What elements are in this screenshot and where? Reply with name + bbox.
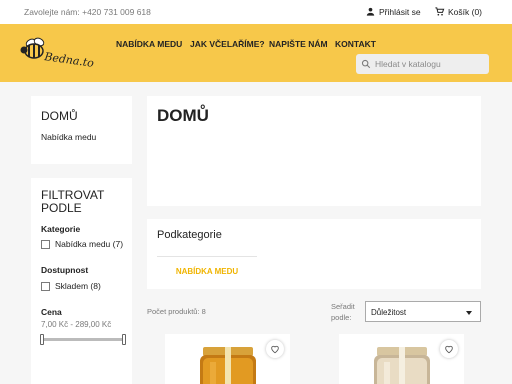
availability-checkbox[interactable] xyxy=(41,281,50,291)
top-bar: Zavolejte nám: +420 731 009 618 Přihlási… xyxy=(0,0,512,24)
filter-category-option[interactable]: Nabídka medu (7) xyxy=(41,239,123,249)
nav-item-kontakt[interactable]: KONTAKT xyxy=(335,39,376,49)
bee-logo-icon: Bedna.to xyxy=(20,37,96,70)
category-tree: DOMŮ Nabídka medu xyxy=(31,96,132,164)
subcategories-title: Podkategorie xyxy=(157,229,222,241)
subcategories-block: Podkategorie NABÍDKA MEDU xyxy=(147,219,481,289)
availability-option-label: Skladem (8) xyxy=(55,281,101,291)
cart-link[interactable]: Košík (0) xyxy=(434,6,482,17)
header: Bedna.to NABÍDKA MEDU JAK VČELAŘÍME? NAP… xyxy=(0,24,512,82)
category-tree-title[interactable]: DOMŮ xyxy=(41,109,78,123)
price-slider-min-handle[interactable] xyxy=(40,334,44,345)
filter-price-label: Cena xyxy=(41,307,62,317)
category-checkbox[interactable] xyxy=(41,239,50,249)
heart-icon xyxy=(271,345,279,354)
svg-text:Bedna.to: Bedna.to xyxy=(43,50,96,70)
subcategory-label[interactable]: NABÍDKA MEDU xyxy=(157,267,257,276)
category-option-label: Nabídka medu (7) xyxy=(55,239,124,249)
chevron-down-icon xyxy=(466,311,472,315)
nav-item-napiste-nam[interactable]: NAPIŠTE NÁM xyxy=(269,39,328,49)
shopping-cart-icon xyxy=(435,7,445,16)
search-input[interactable] xyxy=(375,57,485,71)
heart-icon xyxy=(445,345,453,354)
facet-filters: FILTROVAT PODLE Kategorie Nabídka medu (… xyxy=(31,178,132,384)
filter-availability-label: Dostupnost xyxy=(41,265,89,275)
wishlist-button[interactable] xyxy=(266,340,284,358)
nav-item-jak-vcelarime[interactable]: JAK VČELAŘÍME? xyxy=(190,39,265,49)
filter-title: FILTROVAT PODLE xyxy=(41,188,105,215)
wishlist-button[interactable] xyxy=(440,340,458,358)
subcategory-card[interactable]: NABÍDKA MEDU xyxy=(157,256,257,278)
search-box xyxy=(356,54,489,74)
price-slider-max-handle[interactable] xyxy=(122,334,126,345)
page-title: DOMŮ xyxy=(157,106,209,125)
product-card[interactable] xyxy=(339,334,464,384)
product-card[interactable] xyxy=(165,334,290,384)
price-slider[interactable] xyxy=(40,334,126,345)
category-link-nabidka-medu[interactable]: Nabídka medu xyxy=(41,132,96,142)
category-header: DOMŮ xyxy=(147,96,481,206)
contact-phone: Zavolejte nám: +420 731 009 618 xyxy=(24,7,151,17)
search-icon[interactable] xyxy=(361,59,371,69)
product-count: Počet produktů: 8 xyxy=(147,307,206,316)
sort-label-line1: Seřadit xyxy=(331,302,355,311)
sort-label-line2: podle: xyxy=(331,313,352,322)
price-range-text: 7,00 Kč - 289,00 Kč xyxy=(41,320,112,329)
cart-label: Košík (0) xyxy=(448,6,483,17)
user-icon xyxy=(366,7,375,16)
login-link[interactable]: Přihlásit se xyxy=(365,6,421,17)
login-label: Přihlásit se xyxy=(379,6,421,17)
sort-label: Seřadit podle: xyxy=(331,301,355,323)
filter-availability-option[interactable]: Skladem (8) xyxy=(41,281,101,291)
sort-value: Důležitost xyxy=(371,308,407,317)
site-logo[interactable]: Bedna.to xyxy=(20,33,120,73)
sort-select[interactable]: Důležitost xyxy=(365,301,481,322)
filter-category-label: Kategorie xyxy=(41,224,81,234)
nav-item-nabidka-medu[interactable]: NABÍDKA MEDU xyxy=(116,39,182,49)
